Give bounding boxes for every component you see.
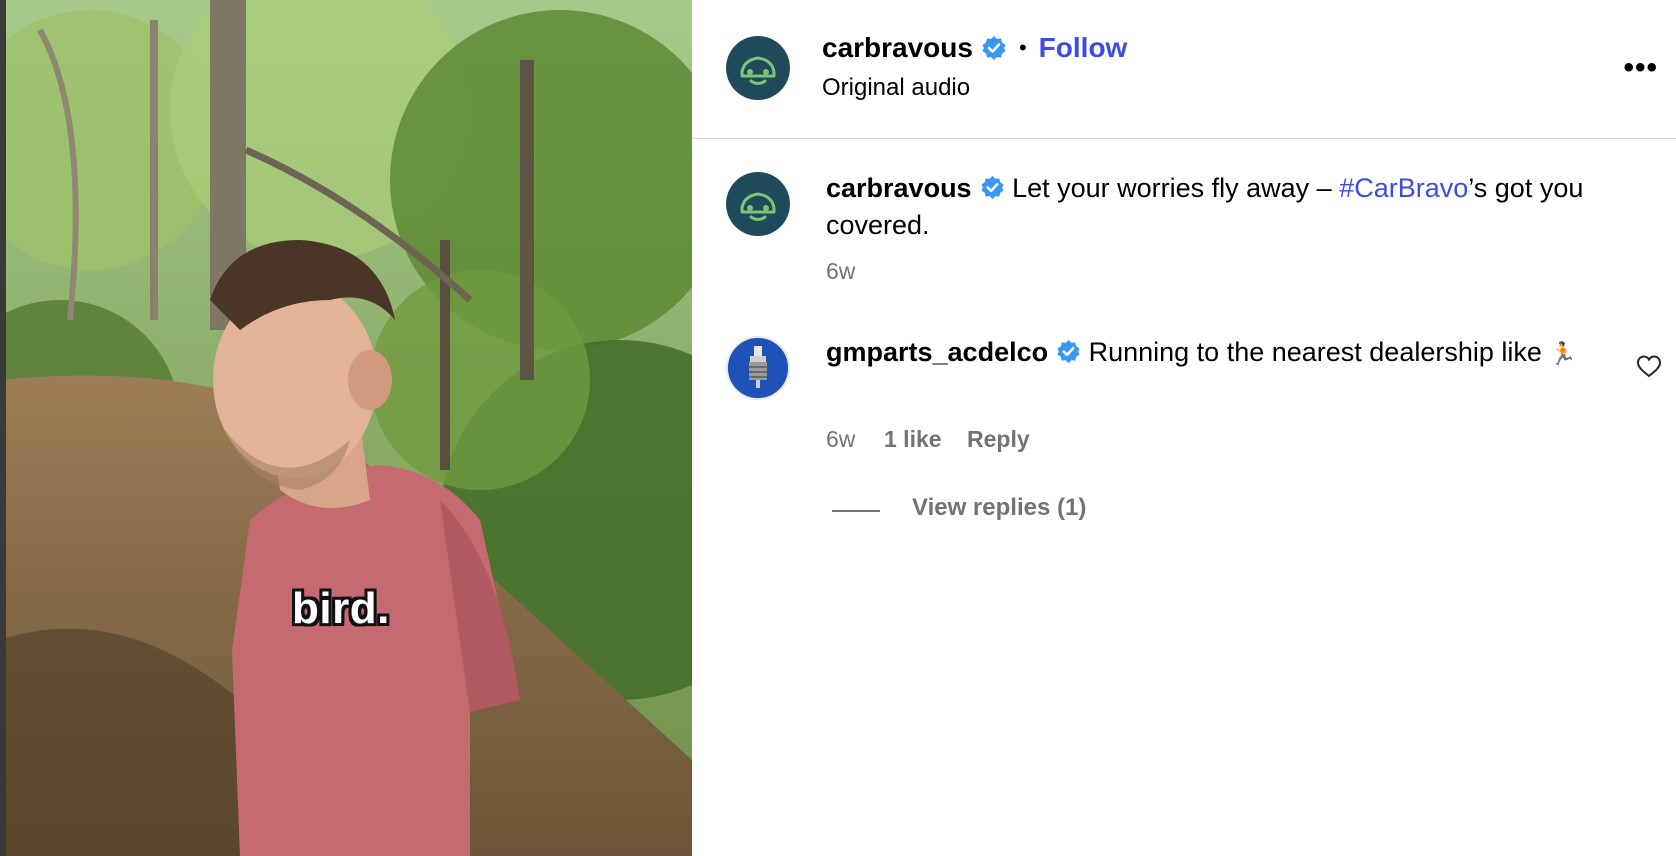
car-logo-icon xyxy=(740,192,776,221)
more-options-icon[interactable]: ••• xyxy=(1623,53,1658,83)
reply-button[interactable]: Reply xyxy=(967,426,1030,453)
caption-username[interactable]: carbravous xyxy=(826,173,972,203)
media-edge xyxy=(0,0,6,856)
verified-badge-icon xyxy=(981,175,1004,200)
caption-timestamp: 6w xyxy=(826,258,856,284)
follow-button[interactable]: Follow xyxy=(1039,32,1128,64)
car-logo-icon xyxy=(740,56,776,85)
profile-avatar[interactable] xyxy=(726,36,790,100)
video-frame xyxy=(0,0,692,856)
spark-plug-logo-icon xyxy=(728,338,788,398)
header-user-line: carbravous • Follow xyxy=(822,32,1127,64)
comment-timestamp: 6w xyxy=(826,426,856,452)
caption-body-start: Let your worries fly away – xyxy=(1004,173,1340,203)
comment-avatar[interactable] xyxy=(726,336,790,400)
view-replies-button[interactable]: View replies (1) xyxy=(912,494,1086,522)
caption-avatar[interactable] xyxy=(726,172,790,236)
audio-label[interactable]: Original audio xyxy=(822,74,970,102)
video-player[interactable]: bird. xyxy=(0,0,692,856)
comment-body: Running to the nearest dealership like xyxy=(1081,337,1550,367)
running-emoji: 🏃 xyxy=(1549,341,1577,366)
comment-username[interactable]: gmparts_acdelco xyxy=(826,337,1048,367)
comment-text: gmparts_acdelco Running to the nearest d… xyxy=(826,334,1606,372)
hashtag-link[interactable]: #CarBravo xyxy=(1339,173,1468,203)
header-username[interactable]: carbravous xyxy=(822,32,973,64)
post-details-panel: carbravous • Follow Original audio ••• c… xyxy=(692,0,1676,856)
caption-text: carbravous Let your worries fly away – #… xyxy=(826,170,1636,244)
verified-badge-icon xyxy=(1057,339,1080,364)
like-heart-icon[interactable] xyxy=(1636,354,1662,378)
replies-divider xyxy=(832,510,880,512)
post-header: carbravous • Follow Original audio ••• xyxy=(692,0,1676,139)
comment-like-count[interactable]: 1 like xyxy=(884,426,942,453)
video-caption: bird. xyxy=(292,584,390,633)
separator-dot: • xyxy=(1018,35,1027,60)
verified-badge-icon xyxy=(982,36,1006,60)
